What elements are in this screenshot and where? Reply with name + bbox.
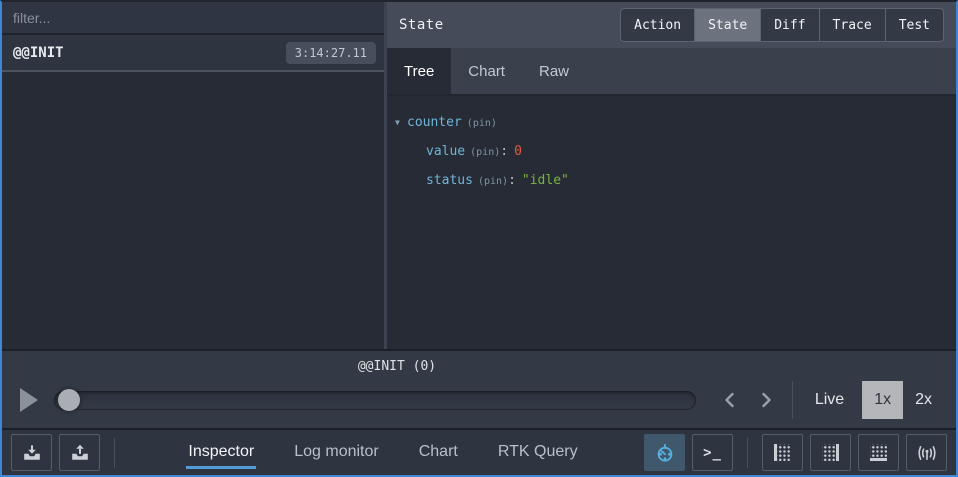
tree-node-status[interactable]: status (pin): "idle"	[395, 167, 948, 196]
tab-diff[interactable]: Diff	[760, 8, 819, 42]
action-list-panel: @@INIT 3:14:27.11	[2, 2, 384, 349]
live-button[interactable]: Live	[805, 383, 854, 417]
tree-value: 0	[514, 144, 522, 159]
step-back-button[interactable]	[712, 387, 748, 413]
toolbar-actions-group: >_	[644, 434, 947, 471]
play-icon	[20, 388, 38, 412]
import-icon	[22, 443, 42, 463]
dock-bottom-icon	[870, 444, 887, 461]
subtab-raw[interactable]: Raw	[522, 48, 586, 94]
state-tree: ▼counter(pin) value(pin):0 status(pin):"…	[387, 96, 956, 349]
panel-title: State	[399, 17, 444, 33]
subtab-tree[interactable]: Tree	[387, 48, 451, 94]
collapse-arrow-icon[interactable]: ▼	[395, 109, 407, 137]
filter-input[interactable]	[13, 10, 373, 26]
import-export-group	[11, 434, 122, 471]
dock-right-icon	[822, 444, 839, 461]
timeline-slider[interactable]	[54, 391, 696, 410]
export-button[interactable]	[59, 434, 100, 471]
import-button[interactable]	[11, 434, 52, 471]
filter-bar	[2, 2, 384, 35]
tree-node-counter[interactable]: ▼counter (pin)	[395, 109, 948, 138]
chevron-left-icon	[720, 390, 740, 410]
monitor-tab-chart[interactable]: Chart	[417, 437, 460, 469]
action-list-item[interactable]: @@INIT 3:14:27.11	[2, 35, 384, 72]
dock-left-icon	[774, 444, 791, 461]
tree-key[interactable]: status	[426, 173, 473, 188]
broadcast-icon	[916, 443, 938, 463]
speed-2x-button[interactable]: 2x	[903, 381, 944, 419]
subtab-chart[interactable]: Chart	[451, 48, 522, 94]
playback-controls: Live 1x 2x	[2, 381, 956, 419]
dock-right-button[interactable]	[810, 434, 851, 471]
tab-state[interactable]: State	[694, 8, 761, 42]
state-panel-header: State Action State Diff Trace Test	[387, 2, 956, 48]
action-timestamp: 3:14:27.11	[286, 42, 376, 64]
step-forward-button[interactable]	[748, 387, 784, 413]
action-name: @@INIT	[13, 45, 64, 61]
main-area: @@INIT 3:14:27.11 State Action State Dif…	[2, 2, 956, 349]
playback-bar: @@INIT (0) Live 1x 2x	[2, 349, 956, 428]
monitor-tab-group: Inspector Log monitor Chart RTK Query	[122, 437, 644, 469]
remote-connection-button[interactable]	[906, 434, 947, 471]
tree-key[interactable]: counter	[407, 115, 462, 130]
export-icon	[70, 443, 90, 463]
pin-link[interactable]: (pin)	[478, 176, 508, 187]
toolbar-divider	[114, 438, 115, 468]
toolbar-divider	[747, 438, 748, 468]
monitor-tab-inspector[interactable]: Inspector	[186, 437, 256, 469]
tab-test[interactable]: Test	[885, 8, 944, 42]
slider-thumb[interactable]	[58, 389, 80, 411]
pin-link[interactable]: (pin)	[467, 118, 497, 129]
key-value-separator: :	[500, 144, 508, 159]
stopwatch-icon	[655, 443, 675, 463]
monitor-tab-rtk-query[interactable]: RTK Query	[496, 437, 580, 469]
tree-value: "idle"	[522, 173, 569, 188]
chevron-right-icon	[756, 390, 776, 410]
state-view-subtabs: Tree Chart Raw	[387, 48, 956, 96]
current-action-label: @@INIT (0)	[12, 359, 782, 374]
pin-link[interactable]: (pin)	[470, 147, 500, 158]
state-panel: State Action State Diff Trace Test Tree …	[387, 2, 956, 349]
tree-node-value[interactable]: value (pin):0	[395, 138, 948, 167]
key-value-separator: :	[508, 173, 516, 188]
play-button[interactable]	[14, 386, 44, 414]
terminal-icon: >_	[703, 445, 722, 461]
tab-trace[interactable]: Trace	[819, 8, 886, 42]
controls-divider	[792, 381, 793, 419]
tree-key[interactable]: value	[426, 144, 465, 159]
dispatcher-button[interactable]: >_	[692, 434, 733, 471]
tab-action[interactable]: Action	[620, 8, 695, 42]
dock-bottom-button[interactable]	[858, 434, 899, 471]
redux-devtools-window: @@INIT 3:14:27.11 State Action State Dif…	[0, 0, 958, 477]
speed-1x-button[interactable]: 1x	[862, 381, 903, 419]
monitor-tab-log-monitor[interactable]: Log monitor	[292, 437, 381, 469]
dock-left-button[interactable]	[762, 434, 803, 471]
inspector-tab-group: Action State Diff Trace Test	[620, 8, 944, 42]
action-list-empty-area	[2, 72, 384, 349]
record-timing-button[interactable]	[644, 434, 685, 471]
bottom-toolbar: Inspector Log monitor Chart RTK Query >_	[2, 428, 956, 475]
